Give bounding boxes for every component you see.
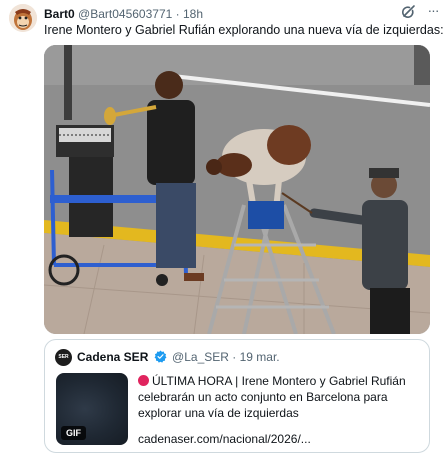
quoted-handle[interactable]: @La_SER (172, 350, 229, 364)
verified-badge-icon (154, 350, 167, 363)
quoted-text: ÚLTIMA HORA | Irene Montero y Gabriel Ru… (138, 373, 423, 421)
separator: · (175, 7, 180, 21)
more-icon[interactable]: ··· (425, 3, 441, 18)
tweet-header: Bart0 @Bart045603771 · 18h (44, 6, 447, 22)
quoted-avatar[interactable]: SER (55, 349, 72, 366)
tweet-photo[interactable] (44, 45, 430, 334)
quoted-text-content: ÚLTIMA HORA | Irene Montero y Gabriel Ru… (138, 374, 406, 420)
quoted-display-name[interactable]: Cadena SER (77, 350, 148, 364)
gif-badge: GIF (61, 426, 86, 440)
red-circle-icon (138, 375, 149, 386)
grok-icon[interactable] (401, 3, 417, 19)
quoted-separator: · (232, 350, 237, 364)
quoted-date[interactable]: 19 mar. (240, 350, 280, 364)
avatar-image (9, 4, 37, 32)
display-name[interactable]: Bart0 (44, 7, 75, 21)
quoted-link[interactable]: cadenaser.com/nacional/2026/... (138, 431, 311, 447)
link-card-gif[interactable]: GIF (56, 373, 128, 445)
street-performer-photo (44, 45, 430, 334)
quoted-tweet[interactable]: SER Cadena SER @La_SER · 19 mar. GIF ÚLT… (44, 339, 430, 453)
tweet-text: Irene Montero y Gabriel Rufián explorand… (44, 23, 444, 37)
tweet[interactable]: Bart0 @Bart045603771 · 18h ··· Irene Mon… (0, 0, 447, 456)
handle[interactable]: @Bart045603771 (78, 7, 172, 21)
quoted-header: Cadena SER @La_SER · 19 mar. (77, 350, 280, 365)
timestamp[interactable]: 18h (183, 7, 203, 21)
avatar[interactable] (9, 4, 37, 32)
